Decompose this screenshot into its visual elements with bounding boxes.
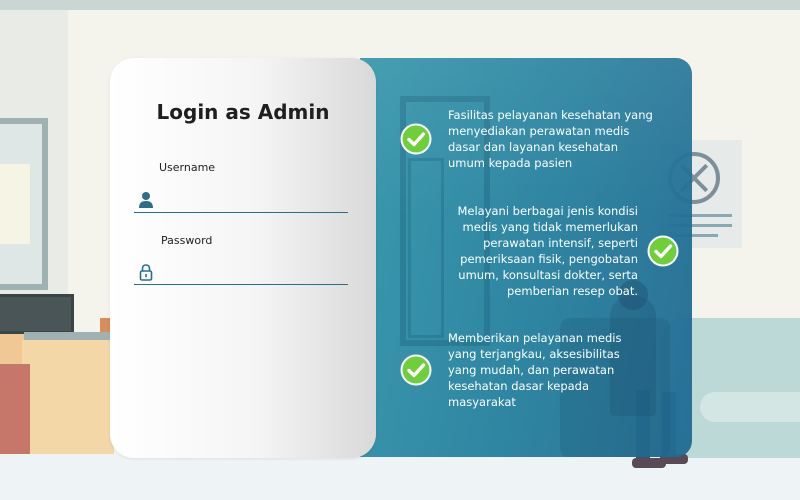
background-desk-front xyxy=(22,340,114,454)
feature-text: Fasilitas pelayanan kesehatan yang menye… xyxy=(448,108,653,170)
login-title: Login as Admin xyxy=(156,100,330,124)
password-field[interactable] xyxy=(134,259,348,285)
feature-text: Melayani berbagai jenis kondisi medis ya… xyxy=(457,204,638,298)
password-input[interactable] xyxy=(162,261,342,283)
background-ceiling xyxy=(0,0,800,10)
feature-item: Melayani berbagai jenis kondisi medis ya… xyxy=(440,203,638,299)
check-circle-icon xyxy=(646,234,680,268)
lock-icon xyxy=(138,263,154,281)
background-desk-top xyxy=(24,332,114,340)
feature-item: Fasilitas pelayanan kesehatan yang menye… xyxy=(448,107,658,171)
username-input[interactable] xyxy=(162,189,342,211)
username-field[interactable] xyxy=(134,187,348,213)
username-label: Username xyxy=(159,161,216,174)
user-icon xyxy=(138,191,154,209)
background-monitor xyxy=(0,294,74,334)
check-circle-icon xyxy=(399,353,433,387)
feature-text: Memberikan pelayanan medis yang terjangk… xyxy=(448,331,622,409)
background-sofa-seat xyxy=(700,392,800,422)
background-desk-drawer xyxy=(0,364,30,454)
login-card: Login as Admin Username Password xyxy=(110,58,376,458)
background-window xyxy=(0,118,48,290)
check-circle-icon xyxy=(399,122,433,156)
password-label: Password xyxy=(161,234,213,247)
feature-item: Memberikan pelayanan medis yang terjangk… xyxy=(448,330,638,410)
